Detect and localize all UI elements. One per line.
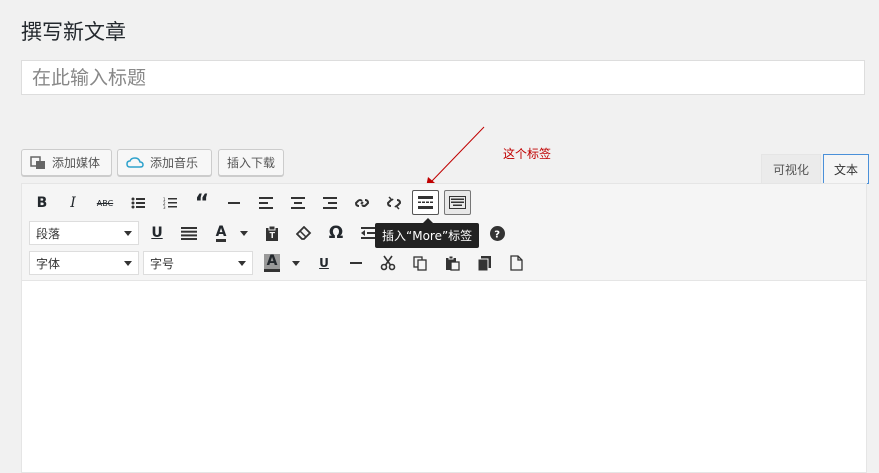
underline-2-icon[interactable]: U	[311, 251, 337, 275]
insert-download-button[interactable]: 插入下载	[218, 149, 284, 176]
insert-more-tooltip: 插入“More”标签	[375, 218, 480, 248]
underline-icon[interactable]: U	[144, 221, 170, 245]
blockquote-icon[interactable]: “	[189, 191, 215, 216]
copy-icon[interactable]	[407, 251, 433, 275]
clear-formatting-icon[interactable]	[291, 221, 317, 245]
add-music-label: 添加音乐	[150, 156, 199, 170]
bold-icon[interactable]: B	[29, 191, 55, 215]
new-document-icon[interactable]	[503, 251, 529, 275]
font-family-select[interactable]: 字体	[29, 251, 139, 275]
horizontal-line-icon[interactable]	[221, 191, 247, 215]
insert-download-label: 插入下载	[227, 156, 276, 170]
align-right-icon[interactable]	[317, 191, 343, 215]
toolbar-toggle-icon[interactable]	[444, 190, 471, 215]
link-icon[interactable]	[349, 191, 375, 215]
svg-text:3: 3	[163, 205, 166, 209]
align-left-icon[interactable]	[253, 191, 279, 215]
text-color-icon[interactable]: A	[208, 221, 234, 245]
post-title-input[interactable]	[21, 60, 865, 95]
paste-icon[interactable]	[439, 251, 465, 275]
font-size-value: 字号	[150, 256, 175, 271]
help-icon[interactable]: ?	[484, 221, 510, 245]
horizontal-rule-icon[interactable]	[343, 251, 369, 275]
add-media-label: 添加媒体	[52, 156, 101, 170]
svg-text:T: T	[270, 231, 276, 240]
add-music-button[interactable]: 添加音乐	[117, 149, 212, 176]
font-family-value: 字体	[36, 256, 61, 271]
align-center-icon[interactable]	[285, 191, 311, 215]
add-media-button[interactable]: 添加媒体	[21, 149, 112, 176]
bullet-list-icon[interactable]	[125, 191, 151, 215]
annotation-text: 这个标签	[503, 147, 552, 161]
justify-icon[interactable]	[176, 221, 202, 245]
editor-content-area[interactable]	[22, 281, 866, 471]
tab-text[interactable]: 文本	[823, 154, 869, 184]
special-character-icon[interactable]: Ω	[323, 221, 349, 245]
paste-text-icon[interactable]: T	[259, 221, 285, 245]
background-color-dropdown-icon[interactable]	[292, 261, 300, 266]
page-title: 撰写新文章	[21, 20, 126, 44]
svg-text:?: ?	[494, 229, 500, 240]
insert-more-icon[interactable]	[412, 190, 439, 215]
cloud-icon	[126, 156, 144, 168]
format-select[interactable]: 段落	[29, 221, 139, 245]
font-size-select[interactable]: 字号	[143, 251, 253, 275]
italic-icon[interactable]: I	[60, 191, 86, 215]
text-color-dropdown-icon[interactable]	[240, 231, 248, 236]
cut-icon[interactable]	[375, 251, 401, 275]
format-select-value: 段落	[36, 226, 61, 241]
tab-visual[interactable]: 可视化	[761, 154, 821, 184]
background-color-icon[interactable]: A	[259, 251, 285, 275]
media-icon	[30, 155, 45, 169]
numbered-list-icon[interactable]: 123	[157, 191, 183, 215]
paste-word-icon[interactable]	[471, 251, 497, 275]
strikethrough-icon[interactable]: ABC	[92, 191, 118, 215]
unlink-icon[interactable]	[381, 191, 407, 215]
